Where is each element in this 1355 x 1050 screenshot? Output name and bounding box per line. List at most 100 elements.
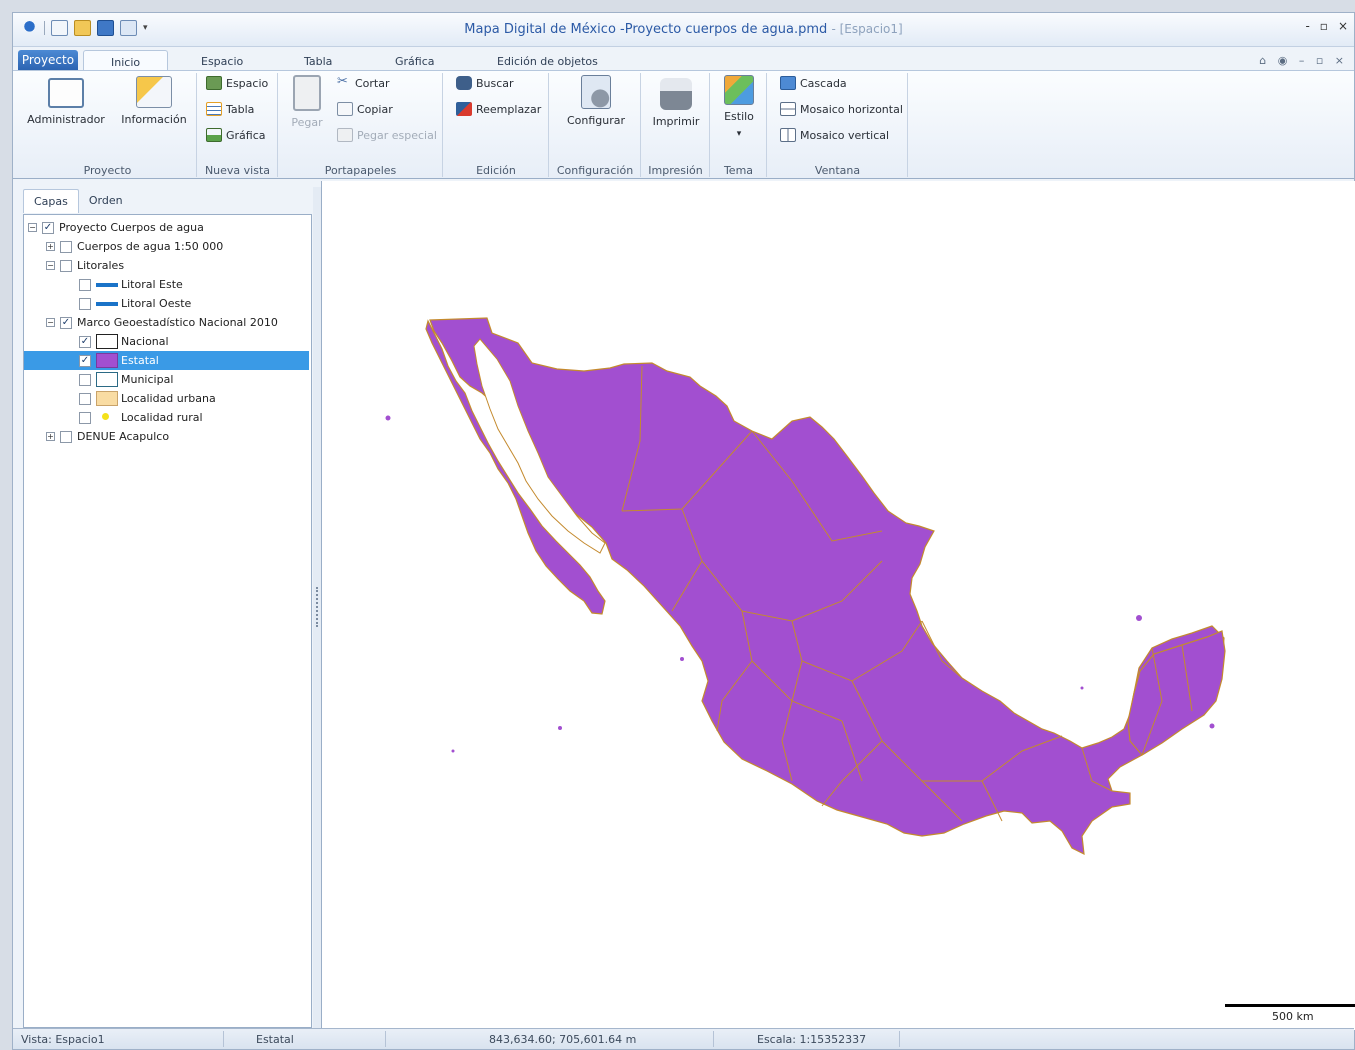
imprimir-button[interactable]: Imprimir bbox=[646, 75, 706, 128]
estilo-dropdown-icon[interactable]: ▾ bbox=[715, 129, 763, 139]
cascada-label: Cascada bbox=[800, 76, 847, 90]
configure-settings-icon bbox=[581, 75, 611, 109]
group-impresion: Imprimir Impresión bbox=[642, 73, 710, 177]
nueva-vista-grafica-button[interactable]: Gráfica bbox=[206, 128, 266, 142]
expand-icon[interactable]: + bbox=[46, 432, 55, 441]
group-label-ventana: Ventana bbox=[814, 164, 861, 177]
layer-row-marco-geoestadistico[interactable]: − ✓ Marco Geoestadístico Nacional 2010 bbox=[24, 313, 309, 332]
tab-orden[interactable]: Orden bbox=[79, 189, 133, 213]
copy-icon bbox=[337, 102, 353, 116]
layer-checkbox-checked[interactable]: ✓ bbox=[60, 316, 72, 329]
cortar-button[interactable]: ✂ Cortar bbox=[337, 75, 390, 90]
layer-row-cuerpos-agua[interactable]: + Cuerpos de agua 1:50 000 bbox=[24, 237, 309, 256]
layer-row-litoral-este[interactable]: Litoral Este bbox=[24, 275, 309, 294]
layer-checkbox[interactable] bbox=[79, 278, 91, 291]
layer-row-proyecto[interactable]: − ✓ Proyecto Cuerpos de agua bbox=[24, 218, 309, 237]
tab-inicio[interactable]: Inicio bbox=[83, 50, 169, 72]
cascada-button[interactable]: Cascada bbox=[780, 76, 847, 90]
window-title-sub: - [Espacio1] bbox=[831, 22, 903, 36]
layer-label: Litoral Oeste bbox=[121, 297, 192, 310]
layer-label: Litorales bbox=[77, 259, 125, 272]
layer-row-estatal[interactable]: ✓ Estatal bbox=[24, 351, 309, 370]
status-active-layer: Estatal bbox=[256, 1033, 294, 1046]
paste-icon bbox=[293, 75, 321, 111]
window-controls: - ▫ × bbox=[1305, 19, 1348, 33]
polygon-symbol-icon bbox=[96, 372, 118, 387]
map-canvas[interactable] bbox=[322, 181, 1355, 1030]
layer-checkbox-checked[interactable]: ✓ bbox=[42, 221, 54, 234]
scale-bar bbox=[1225, 1004, 1355, 1007]
layer-row-litorales[interactable]: − Litorales bbox=[24, 256, 309, 275]
tab-espacio[interactable]: Espacio bbox=[201, 55, 243, 68]
group-label-impresion: Impresión bbox=[648, 164, 703, 177]
layer-checkbox[interactable] bbox=[79, 373, 91, 386]
group-edicion: Buscar Reemplazar Edición bbox=[444, 73, 549, 177]
splitter-grip[interactable] bbox=[316, 587, 318, 627]
estilo-button[interactable]: Estilo ▾ bbox=[715, 75, 763, 139]
collapse-icon[interactable]: − bbox=[46, 261, 55, 270]
close-button[interactable]: × bbox=[1338, 19, 1348, 33]
layer-label: Cuerpos de agua 1:50 000 bbox=[77, 240, 224, 253]
nueva-vista-tabla-button[interactable]: Tabla bbox=[206, 102, 254, 116]
administrador-label: Administrador bbox=[27, 113, 105, 126]
layer-row-localidad-rural[interactable]: Localidad rural bbox=[24, 408, 309, 427]
printer-icon bbox=[660, 78, 692, 110]
buscar-button[interactable]: Buscar bbox=[456, 76, 514, 90]
administrador-button[interactable]: Administrador bbox=[23, 75, 109, 126]
layer-checkbox-checked[interactable]: ✓ bbox=[79, 335, 91, 348]
layer-checkbox[interactable] bbox=[60, 430, 72, 443]
ribbon-tabs: Proyecto Inicio Espacio Tabla Gráfica Ed… bbox=[13, 47, 1354, 72]
status-coordinates: 843,634.60; 705,601.64 m bbox=[489, 1033, 637, 1046]
layer-checkbox[interactable] bbox=[79, 297, 91, 310]
status-separator bbox=[713, 1031, 714, 1047]
layer-label: Municipal bbox=[121, 373, 174, 386]
mosaico-vertical-button[interactable]: Mosaico vertical bbox=[780, 128, 889, 142]
informacion-label: Información bbox=[121, 113, 187, 126]
mosaico-vertical-label: Mosaico vertical bbox=[800, 128, 890, 142]
polygon-symbol-icon bbox=[96, 353, 118, 368]
map-view[interactable]: 500 km bbox=[321, 181, 1355, 1030]
ribbon-right-controls[interactable]: ⌂ ◉ – ▫ × bbox=[1259, 54, 1348, 67]
minimize-button[interactable]: - bbox=[1305, 19, 1309, 33]
espacio-label: Espacio bbox=[226, 76, 269, 90]
layer-tree: − ✓ Proyecto Cuerpos de agua + Cuerpos d… bbox=[23, 214, 312, 1028]
restore-button[interactable]: ▫ bbox=[1320, 19, 1328, 33]
status-separator bbox=[385, 1031, 386, 1047]
group-portapapeles: Pegar ✂ Cortar Copiar Pegar especial Por… bbox=[279, 73, 443, 177]
layer-row-nacional[interactable]: ✓ Nacional bbox=[24, 332, 309, 351]
space-view-icon bbox=[206, 76, 222, 90]
mosaico-horizontal-button[interactable]: Mosaico horizontal bbox=[780, 102, 903, 116]
layer-checkbox[interactable] bbox=[79, 392, 91, 405]
mexico-territory-polygon[interactable] bbox=[429, 317, 1225, 856]
administrator-icon bbox=[48, 78, 84, 108]
tab-capas[interactable]: Capas bbox=[23, 189, 79, 213]
layer-row-municipal[interactable]: Municipal bbox=[24, 370, 309, 389]
tab-tabla[interactable]: Tabla bbox=[304, 55, 332, 68]
tab-edicion-objetos[interactable]: Edición de objetos bbox=[497, 55, 598, 68]
collapse-icon[interactable]: − bbox=[28, 223, 37, 232]
pegar-button[interactable]: Pegar bbox=[285, 75, 329, 129]
layer-row-litoral-oeste[interactable]: Litoral Oeste bbox=[24, 294, 309, 313]
layer-checkbox-checked[interactable]: ✓ bbox=[79, 354, 91, 367]
app-menu-button[interactable]: Proyecto bbox=[18, 50, 78, 71]
reemplazar-button[interactable]: Reemplazar bbox=[456, 102, 541, 116]
layer-checkbox[interactable] bbox=[79, 411, 91, 424]
configurar-label: Configurar bbox=[566, 114, 626, 127]
panel-splitter[interactable] bbox=[313, 187, 321, 1029]
pegar-especial-button[interactable]: Pegar especial bbox=[337, 128, 437, 142]
window-title-main: Mapa Digital de México -Proyecto cuerpos… bbox=[464, 22, 828, 37]
yucatan-peninsula-polygon[interactable] bbox=[1127, 630, 1226, 756]
configurar-button[interactable]: Configurar bbox=[556, 75, 636, 127]
layer-checkbox[interactable] bbox=[60, 240, 72, 253]
group-label-configuracion: Configuración bbox=[556, 164, 634, 177]
layer-checkbox[interactable] bbox=[60, 259, 72, 272]
informacion-button[interactable]: Información bbox=[115, 75, 193, 126]
layers-panel: Capas Orden − ✓ Proyecto Cuerpos de agua… bbox=[19, 187, 312, 1029]
copiar-button[interactable]: Copiar bbox=[337, 102, 393, 116]
collapse-icon[interactable]: − bbox=[46, 318, 55, 327]
tab-grafica[interactable]: Gráfica bbox=[395, 55, 435, 68]
layer-row-localidad-urbana[interactable]: Localidad urbana bbox=[24, 389, 309, 408]
expand-icon[interactable]: + bbox=[46, 242, 55, 251]
layer-row-denue-acapulco[interactable]: + DENUE Acapulco bbox=[24, 427, 309, 446]
nueva-vista-espacio-button[interactable]: Espacio bbox=[206, 76, 268, 90]
